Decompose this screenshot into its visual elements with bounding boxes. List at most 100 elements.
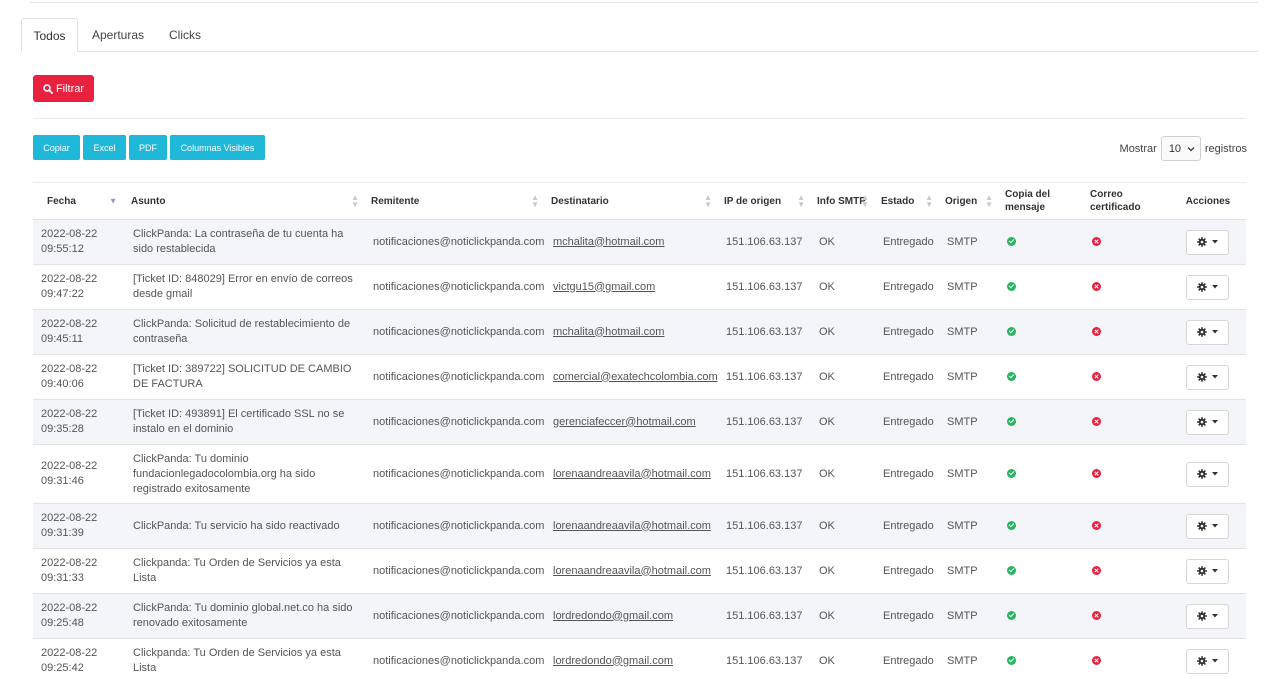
check-circle-icon — [1007, 417, 1016, 427]
times-circle-icon — [1092, 372, 1101, 382]
date-text: 2022-08-22 — [41, 273, 98, 285]
message-copy-cell — [999, 309, 1084, 355]
recipient-link[interactable]: comercial@exatechcolombia.com — [553, 371, 718, 383]
times-circle-icon — [1092, 327, 1101, 337]
ip-text: 151.106.63.137 — [726, 564, 803, 577]
recipient-link[interactable]: mchalita@hotmail.com — [553, 236, 664, 248]
email-log-table: Fecha ▼ Asunto ▲ ▼ Remitente ▲ ▼ Destinatario ▲ ▼ I… — [33, 182, 1246, 679]
table-body: 2022-08-22 09:55:12 ClickPanda: La contras… — [33, 219, 1246, 679]
column-header[interactable]: IP de origen ▲ ▼ — [718, 182, 811, 220]
status-text: Entregado — [883, 415, 934, 428]
sender-cell: notificaciones@noticlickpanda.com — [365, 444, 545, 504]
origin-cell: SMTP — [939, 444, 999, 504]
actions-dropdown-button[interactable] — [1186, 274, 1229, 300]
column-header[interactable]: Info SMTP ▲ ▼ — [811, 182, 875, 220]
table-row: 2022-08-22 09:35:28 [Ticket ID: 493891] El… — [33, 399, 1246, 445]
status-text: Entregado — [883, 564, 934, 577]
recipient-link[interactable]: victgu15@gmail.com — [553, 281, 655, 293]
actions-dropdown-button[interactable] — [1186, 513, 1229, 539]
smtp-info-cell: OK — [811, 309, 875, 355]
column-header[interactable]: Copia del mensaje — [999, 182, 1084, 220]
tab-todos[interactable]: Todos — [21, 18, 78, 52]
column-header[interactable]: Correo certificado — [1084, 182, 1170, 220]
smtp-info-cell: OK — [811, 219, 875, 265]
sender-text: notificaciones@noticlickpanda.com — [373, 467, 545, 480]
actions-cell — [1170, 638, 1246, 679]
recipient-link[interactable]: lordredondo@gmail.com — [553, 610, 673, 622]
column-header[interactable]: Destinatario ▲ ▼ — [545, 182, 718, 220]
smtp-info-cell: OK — [811, 354, 875, 400]
excel-button[interactable]: Excel — [83, 135, 126, 160]
check-circle-icon — [1007, 372, 1016, 382]
recipient-link[interactable]: mchalita@hotmail.com — [553, 326, 664, 338]
actions-dropdown-button[interactable] — [1186, 229, 1229, 255]
smtp-info-text: OK — [819, 519, 835, 532]
tab-clicks[interactable]: Clicks — [161, 18, 209, 52]
recipient-link[interactable]: lorenaandreaavila@hotmail.com — [553, 565, 711, 577]
recipient-link[interactable]: gerenciafeccer@hotmail.com — [553, 416, 696, 428]
column-header-label: Acciones — [1185, 195, 1231, 207]
subject-cell: [Ticket ID: 848029] Error en envío de co… — [125, 264, 365, 310]
actions-dropdown-button[interactable] — [1186, 648, 1229, 674]
sort-icon: ▲ ▼ — [351, 193, 359, 209]
recipient-link[interactable]: lordredondo@gmail.com — [553, 655, 673, 667]
gear-icon — [1197, 237, 1207, 247]
table-row: 2022-08-22 09:25:42 Clickpanda: Tu Orden d… — [33, 638, 1246, 679]
sender-text: notificaciones@noticlickpanda.com — [373, 519, 545, 532]
smtp-info-cell: OK — [811, 638, 875, 679]
recipient-link[interactable]: lorenaandreaavila@hotmail.com — [553, 520, 711, 532]
message-copy-cell — [999, 548, 1084, 594]
subject-text: Clickpanda: Tu Orden de Servicios ya est… — [133, 647, 341, 674]
column-header[interactable]: Origen ▲ ▼ — [939, 182, 999, 220]
smtp-info-cell: OK — [811, 503, 875, 549]
column-header[interactable]: Fecha ▼ — [33, 182, 125, 220]
times-circle-icon — [1092, 282, 1101, 292]
tab-aperturas[interactable]: Aperturas — [83, 18, 153, 52]
length-prefix: Mostrar — [1119, 142, 1157, 155]
status-cell: Entregado — [875, 219, 939, 265]
subject-cell: Clickpanda: Tu Orden de Servicios ya est… — [125, 638, 365, 679]
date-cell: 2022-08-22 09:55:12 — [33, 219, 125, 265]
sender-cell: notificaciones@noticlickpanda.com — [365, 503, 545, 549]
gear-icon — [1197, 417, 1207, 427]
actions-dropdown-button[interactable] — [1186, 603, 1229, 629]
ip-cell: 151.106.63.137 — [718, 503, 811, 549]
recipient-cell: comercial@exatechcolombia.com — [545, 354, 718, 400]
page-length-select[interactable]: 10 — [1160, 136, 1201, 161]
status-cell: Entregado — [875, 593, 939, 639]
column-header[interactable]: Remitente ▲ ▼ — [365, 182, 545, 220]
column-header-label: Fecha — [47, 195, 76, 207]
column-header[interactable]: Acciones — [1170, 182, 1246, 220]
date-text: 2022-08-22 — [41, 647, 98, 659]
filter-button[interactable]: Filtrar — [33, 75, 94, 102]
recipient-cell: mchalita@hotmail.com — [545, 309, 718, 355]
actions-dropdown-button[interactable] — [1186, 364, 1229, 390]
certified-cell — [1084, 264, 1170, 310]
visible-columns-button[interactable]: Columnas Visibles — [170, 135, 265, 160]
recipient-link[interactable]: lorenaandreaavila@hotmail.com — [553, 468, 711, 480]
time-text: 09:31:33 — [41, 572, 84, 584]
sender-cell: notificaciones@noticlickpanda.com — [365, 593, 545, 639]
certified-cell — [1084, 309, 1170, 355]
table-header-row: Fecha ▼ Asunto ▲ ▼ Remitente ▲ ▼ Destinatario ▲ ▼ I… — [33, 182, 1246, 220]
actions-dropdown-button[interactable] — [1186, 558, 1229, 584]
column-header[interactable]: Estado ▲ ▼ — [875, 182, 939, 220]
table-row: 2022-08-22 09:40:06 [Ticket ID: 389722] SO… — [33, 354, 1246, 400]
column-header[interactable]: Asunto ▲ ▼ — [125, 182, 365, 220]
sender-text: notificaciones@noticlickpanda.com — [373, 415, 545, 428]
gear-icon — [1197, 611, 1207, 621]
column-header-label: Estado — [881, 195, 915, 207]
pdf-button[interactable]: PDF — [129, 135, 167, 160]
actions-dropdown-button[interactable] — [1186, 319, 1229, 345]
status-cell: Entregado — [875, 503, 939, 549]
sender-text: notificaciones@noticlickpanda.com — [373, 654, 545, 667]
actions-dropdown-button[interactable] — [1186, 409, 1229, 435]
subject-cell: ClickPanda: La contraseña de tu cuenta h… — [125, 219, 365, 265]
subject-text: ClickPanda: La contraseña de tu cuenta h… — [133, 228, 344, 255]
copy-button[interactable]: Copiar — [33, 135, 80, 160]
ip-text: 151.106.63.137 — [726, 370, 803, 383]
check-circle-icon — [1007, 237, 1016, 247]
date-text: 2022-08-22 — [41, 408, 98, 420]
actions-dropdown-button[interactable] — [1186, 461, 1229, 487]
check-circle-icon — [1007, 469, 1016, 479]
